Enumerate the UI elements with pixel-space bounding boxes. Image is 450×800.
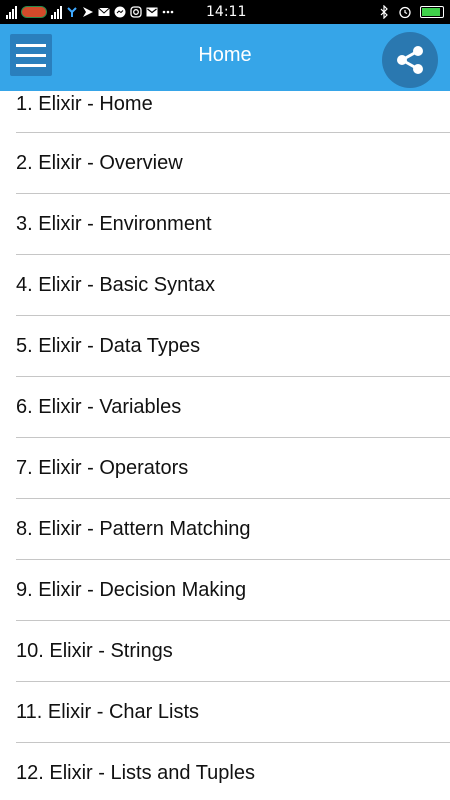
messenger-icon: [114, 6, 126, 18]
list-item[interactable]: 11. Elixir - Char Lists: [16, 682, 450, 743]
flag-icon: [83, 7, 93, 17]
list-item-label: 11. Elixir - Char Lists: [16, 700, 200, 723]
list-item[interactable]: 12. Elixir - Lists and Tuples: [16, 743, 450, 800]
list-item-label: 12. Elixir - Lists and Tuples: [16, 761, 255, 784]
status-left-icons: [6, 3, 174, 21]
list-item[interactable]: 1. Elixir - Home: [16, 91, 450, 133]
list-item[interactable]: 9. Elixir - Decision Making: [16, 560, 450, 621]
list-item-label: 7. Elixir - Operators: [16, 456, 189, 479]
list-item-label: 5. Elixir - Data Types: [16, 334, 201, 357]
list-item[interactable]: 4. Elixir - Basic Syntax: [16, 255, 450, 316]
share-button[interactable]: [382, 32, 438, 88]
list-item-label: 1. Elixir - Home: [16, 93, 153, 115]
battery-level: [422, 8, 440, 16]
list-item-label: 9. Elixir - Decision Making: [16, 578, 247, 601]
list-item[interactable]: 6. Elixir - Variables: [16, 377, 450, 438]
battery-icon: [420, 6, 444, 18]
network-icon: [67, 7, 77, 17]
list-item-label: 2. Elixir - Overview: [16, 151, 183, 174]
list-item-label: 10. Elixir - Strings: [16, 639, 173, 662]
mail-icon: [98, 7, 110, 16]
share-icon: [397, 46, 423, 74]
carrier-logo: [21, 6, 47, 18]
list-item[interactable]: 8. Elixir - Pattern Matching: [16, 499, 450, 560]
list-item-label: 8. Elixir - Pattern Matching: [16, 517, 251, 540]
instagram-icon: [130, 6, 142, 18]
status-time: 14:11: [206, 4, 247, 20]
status-right-icons: [378, 3, 444, 21]
alarm-icon: [399, 6, 411, 19]
chapter-list: 1. Elixir - Home 2. Elixir - Overview 3. E…: [0, 91, 450, 800]
signal-icon: [6, 5, 17, 19]
list-item[interactable]: 5. Elixir - Data Types: [16, 316, 450, 377]
more-icon: [162, 10, 174, 14]
gmail-icon: [146, 7, 158, 17]
bluetooth-icon: [380, 5, 388, 19]
signal-icon: [51, 5, 62, 19]
list-item-label: 4. Elixir - Basic Syntax: [16, 273, 215, 296]
list-item[interactable]: 3. Elixir - Environment: [16, 194, 450, 255]
list-item-label: 6. Elixir - Variables: [16, 395, 182, 418]
list-item[interactable]: 2. Elixir - Overview: [16, 133, 450, 194]
list-item-label: 3. Elixir - Environment: [16, 212, 212, 235]
list-item[interactable]: 10. Elixir - Strings: [16, 621, 450, 682]
app-bar: Home: [0, 24, 450, 91]
list-item[interactable]: 7. Elixir - Operators: [16, 438, 450, 499]
status-bar: 14:11: [0, 0, 450, 24]
